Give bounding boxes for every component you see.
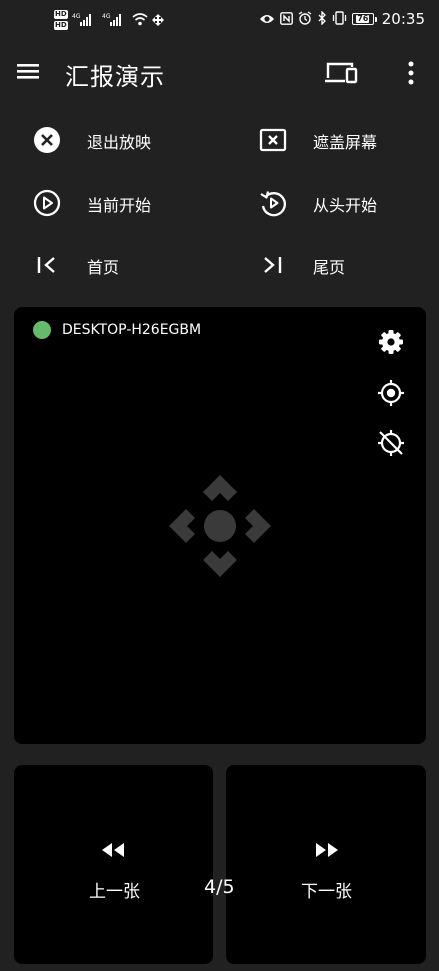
gps-off-icon[interactable] — [375, 427, 407, 459]
page-counter: 4/5 — [204, 876, 235, 898]
data-icon — [151, 11, 164, 30]
status-left: HD HD 4G 4G — [54, 7, 164, 33]
remote-touchpad[interactable]: DESKTOP-H26EGBM — [14, 307, 426, 744]
battery-icon: 76 — [351, 13, 377, 25]
cancel-icon — [34, 127, 60, 153]
menu-icon[interactable] — [15, 61, 43, 85]
cover-screen-icon — [259, 128, 287, 152]
device-name: DESKTOP-H26EGBM — [62, 322, 202, 338]
next-slide-label: 下一张 — [301, 882, 352, 902]
play-circle-icon — [33, 189, 61, 217]
last-page-icon — [264, 257, 282, 273]
more-vert-icon[interactable] — [403, 60, 419, 86]
status-bar: HD HD 4G 4G 76 20:35 — [0, 0, 439, 38]
wifi-icon — [132, 11, 148, 30]
eye-icon — [259, 10, 275, 29]
page-title: 汇报演示 — [65, 63, 165, 91]
fast-forward-icon — [316, 843, 338, 857]
previous-slide-button[interactable]: 上一张 — [14, 765, 213, 964]
start-current-button[interactable]: 当前开始 — [33, 179, 213, 227]
connection-status-dot — [33, 321, 51, 339]
clock: 20:35 — [381, 10, 425, 28]
first-page-icon — [37, 257, 55, 273]
dpad-icon — [167, 473, 273, 579]
hd-icon: HD HD — [54, 10, 68, 30]
svg-text:4G: 4G — [102, 13, 111, 20]
vibrate-icon — [332, 10, 347, 29]
alarm-icon — [298, 10, 312, 29]
last-page-label: 尾页 — [313, 258, 346, 277]
next-slide-button[interactable]: 下一张 — [226, 765, 426, 964]
hd-badge: HD — [54, 21, 68, 30]
signal-icon: 4G — [72, 11, 98, 30]
hd-badge: HD — [54, 10, 68, 19]
first-page-label: 首页 — [87, 258, 120, 277]
svg-text:4G: 4G — [72, 13, 81, 20]
last-page-button[interactable]: 尾页 — [259, 241, 429, 289]
exit-show-label: 退出放映 — [87, 133, 152, 152]
cover-screen-label: 遮盖屏幕 — [313, 133, 378, 152]
settings-icon[interactable] — [375, 326, 407, 358]
replay-icon — [260, 191, 286, 217]
bluetooth-icon — [317, 9, 327, 29]
rewind-icon — [102, 843, 124, 857]
signal-icon: 4G — [102, 11, 128, 30]
exit-show-button[interactable]: 退出放映 — [33, 116, 213, 164]
cover-screen-button[interactable]: 遮盖屏幕 — [259, 116, 429, 164]
status-right: 76 20:35 — [259, 9, 425, 29]
devices-icon[interactable] — [323, 59, 359, 87]
start-beginning-label: 从头开始 — [313, 196, 378, 215]
nfc-icon — [279, 10, 293, 29]
battery-level: 76 — [356, 14, 370, 23]
start-current-label: 当前开始 — [87, 196, 152, 215]
gps-fixed-icon[interactable] — [375, 377, 407, 409]
previous-slide-label: 上一张 — [89, 882, 140, 902]
start-beginning-button[interactable]: 从头开始 — [259, 179, 429, 227]
first-page-button[interactable]: 首页 — [33, 241, 213, 289]
